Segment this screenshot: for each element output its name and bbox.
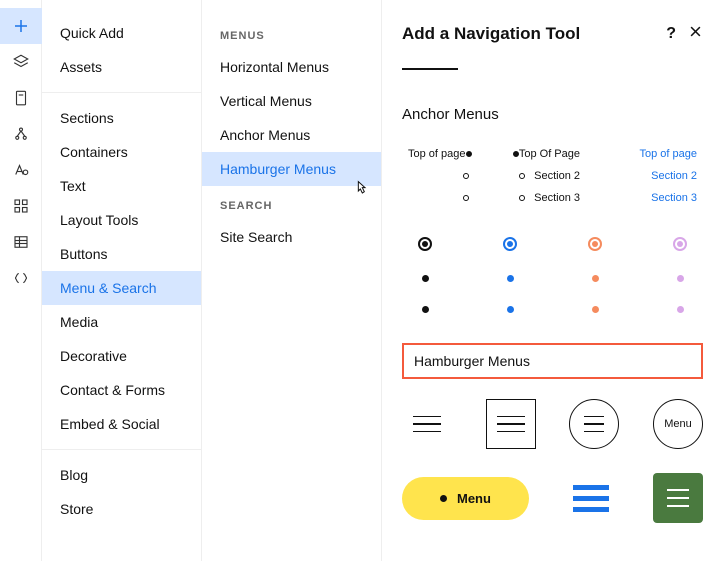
dot-style-option[interactable] [503,237,517,313]
rail-table-icon[interactable] [0,224,42,260]
rail-type-icon[interactable] [0,152,42,188]
tab-underline [402,68,458,70]
dot-style-option[interactable] [588,237,602,313]
category-item[interactable]: Sections [42,101,201,135]
category-item[interactable]: Containers [42,135,201,169]
hamburger-boxed[interactable] [486,399,536,449]
category-item[interactable]: Text [42,169,201,203]
category-item[interactable]: Embed & Social [42,407,201,441]
category-item[interactable]: Contact & Forms [42,373,201,407]
subcategory-item[interactable]: Anchor Menus [202,118,381,152]
rail-grid-icon[interactable] [0,188,42,224]
hamburger-green[interactable] [653,473,703,523]
dot-style-option[interactable] [673,237,687,313]
help-icon[interactable]: ? [666,25,676,43]
category-item[interactable]: Decorative [42,339,201,373]
close-icon[interactable] [688,24,703,44]
subcategory-item[interactable]: Site Search [202,220,381,254]
menus-heading: MENUS [202,16,381,50]
hamburger-circle[interactable] [569,399,619,449]
add-panel: Add a Navigation Tool ? Anchor Menus Top… [382,0,723,561]
hamburger-circle-text[interactable]: Menu [653,399,703,449]
subcategory-item[interactable]: Horizontal Menus [202,50,381,84]
icon-rail [0,0,42,561]
rail-layers-icon[interactable] [0,44,42,80]
subcategory-column: MENUS Horizontal MenusVertical MenusAnch… [202,0,382,561]
hamburger-blue[interactable] [573,485,609,512]
anchor-section-title: Anchor Menus [402,106,703,123]
rail-code-icon[interactable] [0,260,42,296]
anchor-previews: Top of page Top Of Page Section 2 Sectio… [402,143,703,209]
subcategory-item[interactable]: Vertical Menus [202,84,381,118]
category-item[interactable]: Media [42,305,201,339]
category-item[interactable]: Buttons [42,237,201,271]
subcategory-item[interactable]: Hamburger Menus [202,152,381,186]
panel-title: Add a Navigation Tool [402,24,580,44]
hamburger-pill[interactable]: Menu [402,477,529,520]
anchor-preview-2[interactable]: Top Of Page Section 2 Section 3 [519,143,586,209]
category-item[interactable]: Blog [42,458,201,492]
dot-style-option[interactable] [418,237,432,313]
rail-page-icon[interactable] [0,80,42,116]
rail-nodes-icon[interactable] [0,116,42,152]
category-item[interactable]: Layout Tools [42,203,201,237]
category-item[interactable]: Assets [42,50,201,84]
category-item[interactable]: Quick Add [42,16,201,50]
anchor-dot-styles [402,237,703,343]
hamburger-section-title: Hamburger Menus [414,353,530,369]
category-item[interactable]: Menu & Search [42,271,201,305]
hamburger-section-title-highlight: Hamburger Menus [402,343,703,379]
category-item[interactable]: Store [42,492,201,526]
hamburger-row-1: Menu [402,399,703,449]
anchor-preview-3[interactable]: Top of page Section 2 Section 3 [636,143,703,209]
cursor-icon [353,178,369,199]
category-column: Quick AddAssets SectionsContainersTextLa… [42,0,202,561]
rail-add-icon[interactable] [0,8,42,44]
hamburger-plain[interactable] [402,399,452,449]
hamburger-row-2: Menu [402,473,703,523]
anchor-preview-1[interactable]: Top of page [402,143,469,209]
